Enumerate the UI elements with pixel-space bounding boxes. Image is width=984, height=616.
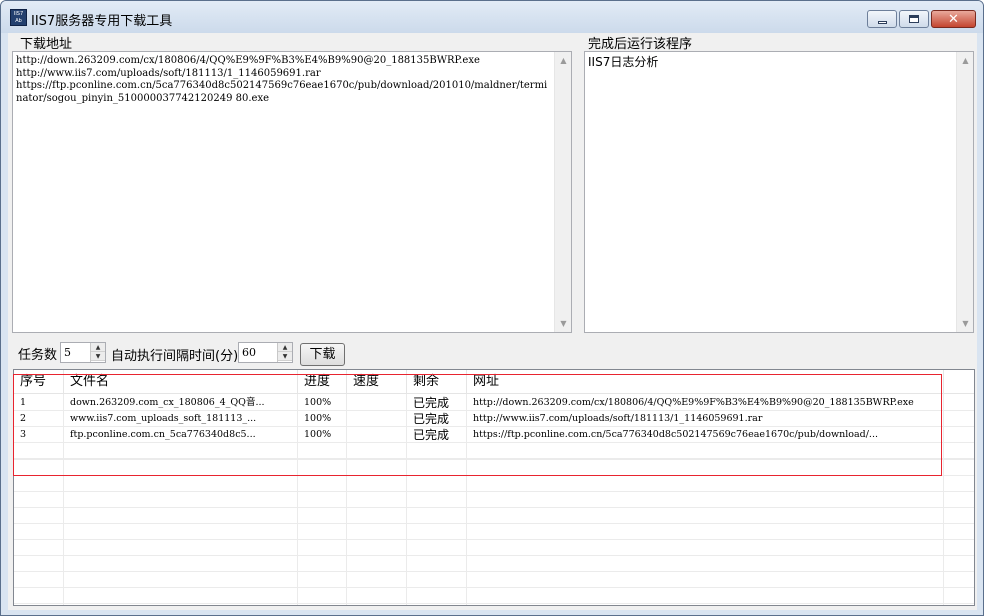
- minimize-button[interactable]: [867, 10, 897, 28]
- minimize-icon: [877, 20, 887, 24]
- spin-up-icon[interactable]: ▲: [91, 343, 105, 352]
- highlight-box: [13, 374, 942, 476]
- download-url-text: http://down.263209.com/cx/180806/4/QQ%E9…: [16, 55, 548, 104]
- maximize-icon: [909, 15, 919, 23]
- tasks-spinner[interactable]: 5 ▲ ▼: [60, 342, 106, 363]
- window-title: IIS7服务器专用下载工具: [31, 14, 173, 29]
- spin-down-icon[interactable]: ▼: [278, 352, 292, 361]
- run-after-textarea[interactable]: IIS7日志分析 ▲ ▼: [584, 51, 974, 333]
- spin-down-icon[interactable]: ▼: [91, 352, 105, 361]
- maximize-button[interactable]: [899, 10, 929, 28]
- grid-line: [14, 539, 974, 540]
- run-after-text: IIS7日志分析: [588, 55, 659, 69]
- scroll-down-icon[interactable]: ▼: [957, 315, 973, 332]
- iis7-app-icon: IIS7 Ab: [10, 9, 27, 26]
- run-after-label: 完成后运行该程序: [588, 37, 693, 52]
- interval-label: 自动执行间隔时间(分): [111, 349, 239, 364]
- interval-spinner[interactable]: 60 ▲ ▼: [238, 342, 293, 363]
- grid-line: [14, 507, 974, 508]
- download-url-textarea[interactable]: http://down.263209.com/cx/180806/4/QQ%E9…: [12, 51, 572, 333]
- grid-line: [14, 587, 974, 588]
- tasks-value: 5: [64, 346, 71, 359]
- title-bar[interactable]: IIS7 Ab IIS7服务器专用下载工具 ✕: [1, 1, 983, 33]
- close-button[interactable]: ✕: [931, 10, 976, 28]
- grid-line: [14, 523, 974, 524]
- grid-line: [14, 571, 974, 572]
- main-window: IIS7 Ab IIS7服务器专用下载工具 ✕ 下载地址 http://down.…: [0, 0, 984, 616]
- spin-up-icon[interactable]: ▲: [278, 343, 292, 352]
- interval-value: 60: [242, 346, 256, 359]
- window-controls: ✕: [865, 10, 976, 28]
- run-after-scrollbar[interactable]: ▲ ▼: [956, 52, 973, 332]
- download-button[interactable]: 下载: [300, 343, 345, 366]
- client-area: 下载地址 http://down.263209.com/cx/180806/4/…: [8, 33, 977, 610]
- download-url-label: 下载地址: [20, 37, 73, 52]
- grid-line: [14, 491, 974, 492]
- grid-line: [14, 555, 974, 556]
- tasks-label: 任务数: [18, 348, 58, 363]
- grid-line: [14, 603, 974, 604]
- scroll-up-icon[interactable]: ▲: [957, 52, 973, 69]
- close-icon: ✕: [948, 11, 959, 27]
- scroll-down-icon[interactable]: ▼: [555, 315, 571, 332]
- download-url-scrollbar[interactable]: ▲ ▼: [554, 52, 571, 332]
- scroll-up-icon[interactable]: ▲: [555, 52, 571, 69]
